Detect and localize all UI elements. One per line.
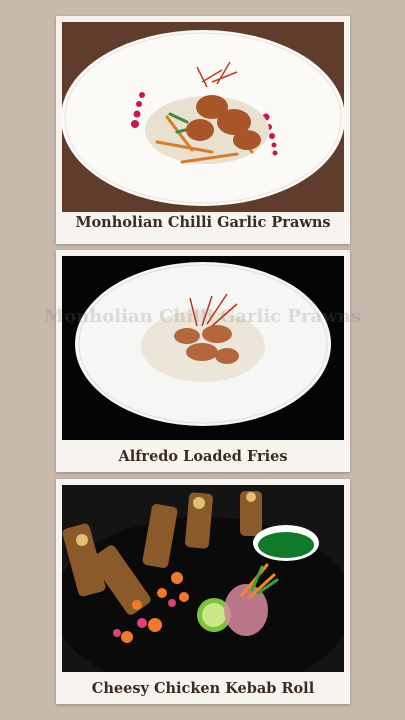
dish-photo-prawns <box>62 22 344 212</box>
dish-photo-alfredo-fries <box>62 256 344 440</box>
dish-card-prawns[interactable]: Monholian Chilli Garlic Prawns <box>56 16 350 244</box>
dish-card-kebab-roll[interactable]: Cheesy Chicken Kebab Roll <box>56 479 350 704</box>
dish-card-alfredo-fries[interactable]: Alfredo Loaded Fries <box>56 250 350 472</box>
dish-caption: Alfredo Loaded Fries <box>118 448 288 465</box>
dish-caption: Monholian Chilli Garlic Prawns <box>75 214 331 231</box>
dish-caption: Cheesy Chicken Kebab Roll <box>91 680 315 697</box>
dish-photo-kebab-roll <box>62 485 344 672</box>
